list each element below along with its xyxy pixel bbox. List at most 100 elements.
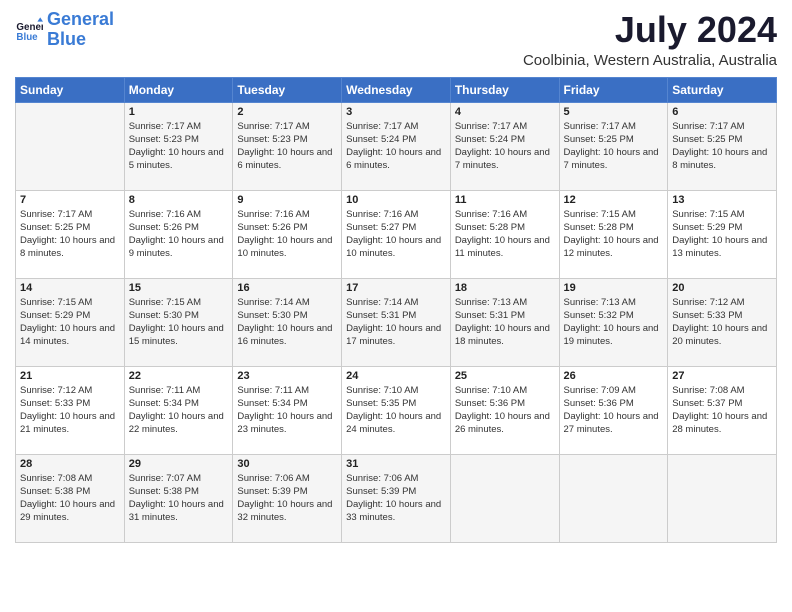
day-info: Sunrise: 7:13 AM Sunset: 5:31 PM Dayligh…: [455, 296, 555, 349]
sunset-text: Sunset: 5:23 PM: [129, 133, 229, 146]
daylight-text: Daylight: 10 hours and 32 minutes.: [237, 498, 337, 525]
day-cell: 8 Sunrise: 7:16 AM Sunset: 5:26 PM Dayli…: [124, 190, 233, 278]
sunrise-text: Sunrise: 7:15 AM: [129, 296, 229, 309]
day-cell: 19 Sunrise: 7:13 AM Sunset: 5:32 PM Dayl…: [559, 278, 668, 366]
sunrise-text: Sunrise: 7:14 AM: [237, 296, 337, 309]
sunset-text: Sunset: 5:33 PM: [20, 397, 120, 410]
day-number: 30: [237, 458, 337, 470]
day-number: 7: [20, 194, 120, 206]
day-number: 6: [672, 106, 772, 118]
sunset-text: Sunset: 5:23 PM: [237, 133, 337, 146]
daylight-text: Daylight: 10 hours and 22 minutes.: [129, 410, 229, 437]
daylight-text: Daylight: 10 hours and 15 minutes.: [129, 322, 229, 349]
sunrise-text: Sunrise: 7:14 AM: [346, 296, 446, 309]
day-number: 29: [129, 458, 229, 470]
daylight-text: Daylight: 10 hours and 31 minutes.: [129, 498, 229, 525]
daylight-text: Daylight: 10 hours and 17 minutes.: [346, 322, 446, 349]
day-number: 21: [20, 370, 120, 382]
sunset-text: Sunset: 5:24 PM: [455, 133, 555, 146]
week-row-3: 21 Sunrise: 7:12 AM Sunset: 5:33 PM Dayl…: [16, 366, 777, 454]
day-info: Sunrise: 7:08 AM Sunset: 5:38 PM Dayligh…: [20, 472, 120, 525]
sunrise-text: Sunrise: 7:12 AM: [672, 296, 772, 309]
sunrise-text: Sunrise: 7:17 AM: [564, 120, 664, 133]
header-wednesday: Wednesday: [342, 77, 451, 102]
day-cell: 24 Sunrise: 7:10 AM Sunset: 5:35 PM Dayl…: [342, 366, 451, 454]
daylight-text: Daylight: 10 hours and 8 minutes.: [672, 146, 772, 173]
day-cell: 30 Sunrise: 7:06 AM Sunset: 5:39 PM Dayl…: [233, 454, 342, 542]
sunset-text: Sunset: 5:25 PM: [672, 133, 772, 146]
day-info: Sunrise: 7:15 AM Sunset: 5:29 PM Dayligh…: [672, 208, 772, 261]
sunrise-text: Sunrise: 7:15 AM: [564, 208, 664, 221]
sunset-text: Sunset: 5:34 PM: [129, 397, 229, 410]
week-row-4: 28 Sunrise: 7:08 AM Sunset: 5:38 PM Dayl…: [16, 454, 777, 542]
daylight-text: Daylight: 10 hours and 23 minutes.: [237, 410, 337, 437]
day-info: Sunrise: 7:11 AM Sunset: 5:34 PM Dayligh…: [237, 384, 337, 437]
day-info: Sunrise: 7:17 AM Sunset: 5:25 PM Dayligh…: [564, 120, 664, 173]
sunrise-text: Sunrise: 7:16 AM: [129, 208, 229, 221]
day-info: Sunrise: 7:16 AM Sunset: 5:27 PM Dayligh…: [346, 208, 446, 261]
daylight-text: Daylight: 10 hours and 10 minutes.: [346, 234, 446, 261]
day-number: 3: [346, 106, 446, 118]
sunrise-text: Sunrise: 7:11 AM: [237, 384, 337, 397]
day-cell: 9 Sunrise: 7:16 AM Sunset: 5:26 PM Dayli…: [233, 190, 342, 278]
logo-icon: General Blue: [15, 16, 43, 44]
sunrise-text: Sunrise: 7:17 AM: [672, 120, 772, 133]
day-info: Sunrise: 7:11 AM Sunset: 5:34 PM Dayligh…: [129, 384, 229, 437]
sunrise-text: Sunrise: 7:17 AM: [129, 120, 229, 133]
day-cell: 26 Sunrise: 7:09 AM Sunset: 5:36 PM Dayl…: [559, 366, 668, 454]
sunrise-text: Sunrise: 7:13 AM: [564, 296, 664, 309]
sunset-text: Sunset: 5:25 PM: [20, 221, 120, 234]
daylight-text: Daylight: 10 hours and 26 minutes.: [455, 410, 555, 437]
day-number: 18: [455, 282, 555, 294]
sunrise-text: Sunrise: 7:15 AM: [20, 296, 120, 309]
day-cell: 14 Sunrise: 7:15 AM Sunset: 5:29 PM Dayl…: [16, 278, 125, 366]
header-friday: Friday: [559, 77, 668, 102]
day-cell: 28 Sunrise: 7:08 AM Sunset: 5:38 PM Dayl…: [16, 454, 125, 542]
day-number: 4: [455, 106, 555, 118]
daylight-text: Daylight: 10 hours and 19 minutes.: [564, 322, 664, 349]
day-cell: 1 Sunrise: 7:17 AM Sunset: 5:23 PM Dayli…: [124, 102, 233, 190]
day-number: 31: [346, 458, 446, 470]
day-info: Sunrise: 7:17 AM Sunset: 5:25 PM Dayligh…: [672, 120, 772, 173]
day-number: 10: [346, 194, 446, 206]
header-saturday: Saturday: [668, 77, 777, 102]
sunrise-text: Sunrise: 7:17 AM: [455, 120, 555, 133]
page-header: General Blue General Blue July 2024 Cool…: [15, 10, 777, 69]
day-info: Sunrise: 7:14 AM Sunset: 5:31 PM Dayligh…: [346, 296, 446, 349]
sunset-text: Sunset: 5:25 PM: [564, 133, 664, 146]
daylight-text: Daylight: 10 hours and 6 minutes.: [346, 146, 446, 173]
day-number: 27: [672, 370, 772, 382]
day-cell: [559, 454, 668, 542]
day-info: Sunrise: 7:06 AM Sunset: 5:39 PM Dayligh…: [237, 472, 337, 525]
sunset-text: Sunset: 5:36 PM: [564, 397, 664, 410]
day-number: 28: [20, 458, 120, 470]
day-cell: 2 Sunrise: 7:17 AM Sunset: 5:23 PM Dayli…: [233, 102, 342, 190]
header-tuesday: Tuesday: [233, 77, 342, 102]
day-number: 2: [237, 106, 337, 118]
day-info: Sunrise: 7:17 AM Sunset: 5:25 PM Dayligh…: [20, 208, 120, 261]
day-cell: 17 Sunrise: 7:14 AM Sunset: 5:31 PM Dayl…: [342, 278, 451, 366]
daylight-text: Daylight: 10 hours and 11 minutes.: [455, 234, 555, 261]
day-cell: [16, 102, 125, 190]
day-info: Sunrise: 7:17 AM Sunset: 5:23 PM Dayligh…: [237, 120, 337, 173]
daylight-text: Daylight: 10 hours and 28 minutes.: [672, 410, 772, 437]
title-section: July 2024 Coolbinia, Western Australia, …: [523, 10, 777, 69]
daylight-text: Daylight: 10 hours and 14 minutes.: [20, 322, 120, 349]
sunset-text: Sunset: 5:38 PM: [20, 485, 120, 498]
day-cell: 27 Sunrise: 7:08 AM Sunset: 5:37 PM Dayl…: [668, 366, 777, 454]
sunrise-text: Sunrise: 7:16 AM: [455, 208, 555, 221]
day-number: 8: [129, 194, 229, 206]
week-row-0: 1 Sunrise: 7:17 AM Sunset: 5:23 PM Dayli…: [16, 102, 777, 190]
daylight-text: Daylight: 10 hours and 27 minutes.: [564, 410, 664, 437]
day-number: 15: [129, 282, 229, 294]
sunrise-text: Sunrise: 7:16 AM: [237, 208, 337, 221]
day-number: 25: [455, 370, 555, 382]
daylight-text: Daylight: 10 hours and 10 minutes.: [237, 234, 337, 261]
logo-text: General Blue: [47, 10, 114, 50]
day-info: Sunrise: 7:15 AM Sunset: 5:29 PM Dayligh…: [20, 296, 120, 349]
day-info: Sunrise: 7:16 AM Sunset: 5:26 PM Dayligh…: [237, 208, 337, 261]
day-info: Sunrise: 7:10 AM Sunset: 5:36 PM Dayligh…: [455, 384, 555, 437]
header-sunday: Sunday: [16, 77, 125, 102]
sunrise-text: Sunrise: 7:07 AM: [129, 472, 229, 485]
daylight-text: Daylight: 10 hours and 12 minutes.: [564, 234, 664, 261]
